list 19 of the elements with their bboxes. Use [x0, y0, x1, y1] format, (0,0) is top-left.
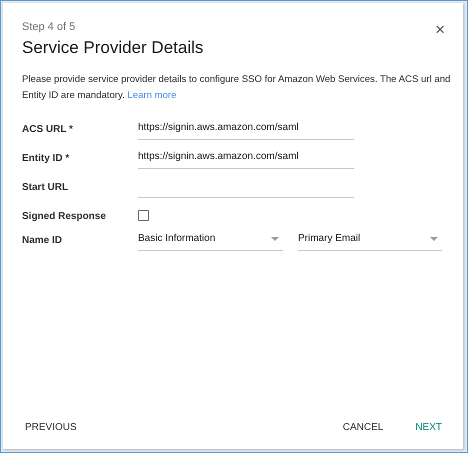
text-field[interactable]: https://signin.aws.amazon.com/saml — [138, 149, 354, 169]
step-indicator: Step 4 of 5 — [22, 21, 76, 33]
checkbox[interactable] — [138, 210, 149, 221]
close-button[interactable]: × — [435, 21, 445, 38]
field-label: ACS URL * — [22, 123, 74, 135]
dialog-title: Service Provider Details — [22, 38, 204, 58]
field-label: Name ID — [22, 234, 64, 246]
dropdown[interactable]: Primary Email — [298, 231, 442, 251]
dropdown[interactable]: Basic Information — [138, 231, 283, 251]
next-button[interactable]: NEXT — [412, 420, 445, 435]
field-label: Start URL — [22, 181, 70, 193]
field-label: Signed Response — [22, 210, 107, 222]
description-text: Please provide service provider details to configure SSO for Amazon Web Services. The ACS url and Entity ID are mandatory. Learn more — [22, 73, 452, 103]
cancel-button[interactable]: CANCEL — [340, 420, 386, 435]
caret-icon — [271, 236, 279, 240]
field-label: Entity ID * — [22, 152, 70, 164]
previous-button[interactable]: PREVIOUS — [22, 420, 80, 435]
text-field[interactable]: https://signin.aws.amazon.com/saml — [138, 120, 354, 140]
caret-icon — [430, 236, 438, 240]
